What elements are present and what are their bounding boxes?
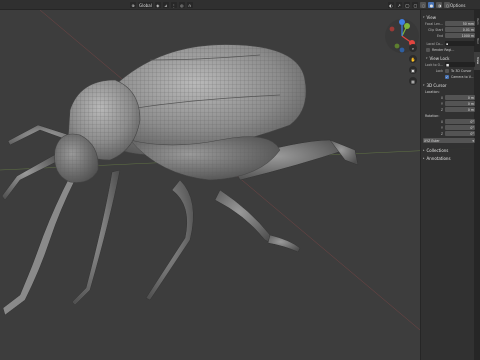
lock-to-object-row: Lock to O... ■ (423, 62, 475, 67)
gizmo-toggle-icon[interactable]: ↗ (396, 2, 402, 8)
annotations-section-header[interactable]: ▸ Annotations (423, 155, 475, 161)
camera-to-view-label: Camera to V... (451, 74, 474, 79)
xray-icon[interactable]: ▢ (412, 2, 419, 8)
render-region-row: Render Regi... (426, 47, 475, 52)
view-section-title: View (426, 14, 437, 20)
chevron-down-icon: ▾ (423, 83, 425, 87)
material-shading-button[interactable]: ◑ (436, 2, 443, 8)
camera-view-icon[interactable]: ▣ (409, 66, 417, 74)
camera-to-view-row: ✓ Camera to V... (423, 74, 475, 79)
rotation-mode-row: XYZ Euler ▾ (423, 138, 475, 143)
rotation-x-label: X (440, 119, 443, 124)
focal-length-field[interactable]: 50 mm (445, 21, 475, 26)
sidebar-n-panel: Item Tool View ▾ View Focal Len... 50 mm… (420, 10, 480, 360)
location-x-label: X (440, 95, 443, 100)
cursor-rotation-z-row: Z 0° (423, 131, 475, 136)
collections-section-title: Collections (426, 147, 449, 153)
snap-target-icon[interactable]: ⋮ (170, 2, 177, 8)
location-label: Location: (425, 89, 440, 94)
rotation-label: Rotation: (425, 113, 440, 118)
lock-to-object-field[interactable]: ■ (445, 62, 475, 67)
cursor-location-z-row: Z 0 m (423, 107, 475, 112)
object-visibility-icon[interactable]: ◐ (388, 2, 394, 8)
clip-start-field[interactable]: 0.01 m (445, 27, 475, 32)
local-camera-field[interactable]: ▪ (445, 41, 475, 46)
cursor-section-title: 3D Cursor (426, 82, 447, 88)
orientation-icon[interactable]: ⊕ (130, 2, 136, 8)
annotations-section-title: Annotations (426, 155, 451, 161)
location-z-label: Z (440, 107, 443, 112)
solid-shading-button[interactable]: ● (428, 2, 435, 8)
camera-to-view-checkbox[interactable]: ✓ (445, 74, 449, 79)
rotation-z-label: Z (440, 131, 443, 136)
render-region-checkbox[interactable] (426, 47, 430, 52)
transform-orientation-group: ⊕ Global ◈ ⊿ ⋮ ◎ ∩ (130, 2, 193, 8)
transform-orientation-label: Global (139, 2, 152, 8)
cursor-rotation-heading: Rotation: (423, 113, 475, 118)
clip-start-row: Clip Start 0.01 m (423, 27, 475, 32)
camera-icon: ▪ (446, 41, 449, 46)
render-region-label: Render Regi... (432, 47, 455, 52)
location-y-label: Y (441, 101, 443, 106)
focal-length-label: Focal Len... (424, 21, 443, 26)
shading-group: ◐ ↗ ◯ ▢ ◌ ● ◑ ○ (388, 2, 451, 8)
lock-label: Lock (435, 68, 443, 73)
chevron-down-icon: ▾ (426, 56, 428, 60)
proportional-edit-icon[interactable]: ◎ (178, 2, 185, 8)
snap-icon[interactable]: ⊿ (162, 2, 169, 8)
cursor-location-x-row: X 0 m (423, 95, 475, 100)
cursor-rotation-y-row: Y 0° (423, 125, 475, 130)
cursor-section-header[interactable]: ▾ 3D Cursor (423, 82, 475, 88)
pivot-icon[interactable]: ◈ (154, 2, 161, 8)
object-icon: ■ (446, 62, 450, 67)
rotation-z-field[interactable]: 0° (445, 131, 475, 136)
gizmo-z-icon (399, 19, 405, 25)
clip-end-row: End 1000 m (423, 33, 475, 38)
local-camera-label: Local Ca... (426, 41, 444, 46)
clip-end-label: End (436, 33, 443, 38)
cursor-rotation-x-row: X 0° (423, 119, 475, 124)
location-x-field[interactable]: 0 m (445, 95, 475, 100)
location-z-field[interactable]: 0 m (445, 107, 475, 112)
viewport-header: ⊕ Global ◈ ⊿ ⋮ ◎ ∩ ◐ ↗ ◯ ▢ ◌ ● ◑ ○ Optio… (0, 0, 480, 10)
view-lock-section-title: View Lock (429, 55, 450, 61)
sidebar-content: ▾ View Focal Len... 50 mm Clip Start 0.0… (423, 12, 475, 161)
chevron-down-icon: ▾ (423, 15, 425, 19)
chevron-down-icon: ▾ (472, 138, 474, 143)
3d-viewport[interactable]: ⊕ Global ◈ ⊿ ⋮ ◎ ∩ ◐ ↗ ◯ ▢ ◌ ● ◑ ○ Optio… (0, 0, 480, 360)
rotation-y-field[interactable]: 0° (445, 125, 475, 130)
view-lock-section-header[interactable]: ▾ View Lock (426, 55, 475, 61)
local-camera-row: Local Ca... ▪ (423, 41, 475, 46)
chevron-right-icon: ▸ (423, 148, 425, 152)
chevron-right-icon: ▸ (423, 156, 425, 160)
clip-start-label: Clip Start (428, 27, 443, 32)
options-menu[interactable]: Options (450, 3, 465, 8)
lock-to-cursor-row: Lock To 3D Cursor (423, 68, 475, 73)
focal-length-row: Focal Len... 50 mm (423, 21, 475, 26)
navigation-tools: ⌕ ✋ ▣ ▦ (409, 44, 417, 85)
cursor-location-heading: Location: (423, 89, 475, 94)
zoom-icon[interactable]: ⌕ (409, 44, 417, 52)
beetle-antenna (2, 175, 76, 316)
cursor-location-y-row: Y 0 m (423, 101, 475, 106)
falloff-icon[interactable]: ∩ (186, 2, 193, 8)
rotation-mode-value: XYZ Euler (424, 138, 440, 143)
rotation-x-field[interactable]: 0° (445, 119, 475, 124)
transform-orientation-dropdown[interactable]: Global (138, 2, 153, 8)
collections-section-header[interactable]: ▸ Collections (423, 147, 475, 153)
pan-hand-icon[interactable]: ✋ (409, 55, 417, 63)
wireframe-shading-button[interactable]: ◌ (420, 2, 427, 8)
rotation-mode-dropdown[interactable]: XYZ Euler ▾ (423, 138, 475, 143)
to-3d-cursor-checkbox[interactable] (445, 68, 449, 73)
view-section-header[interactable]: ▾ View (423, 14, 475, 20)
lock-to-object-label: Lock to O... (425, 62, 443, 67)
location-y-field[interactable]: 0 m (445, 101, 475, 106)
to-3d-cursor-label: To 3D Cursor (451, 68, 472, 73)
rotation-y-label: Y (441, 125, 443, 130)
options-group: Options (450, 2, 465, 8)
gizmo-y-icon (404, 23, 410, 29)
perspective-grid-icon[interactable]: ▦ (409, 77, 417, 85)
clip-end-field[interactable]: 1000 m (445, 33, 475, 38)
overlays-icon[interactable]: ◯ (404, 2, 411, 8)
